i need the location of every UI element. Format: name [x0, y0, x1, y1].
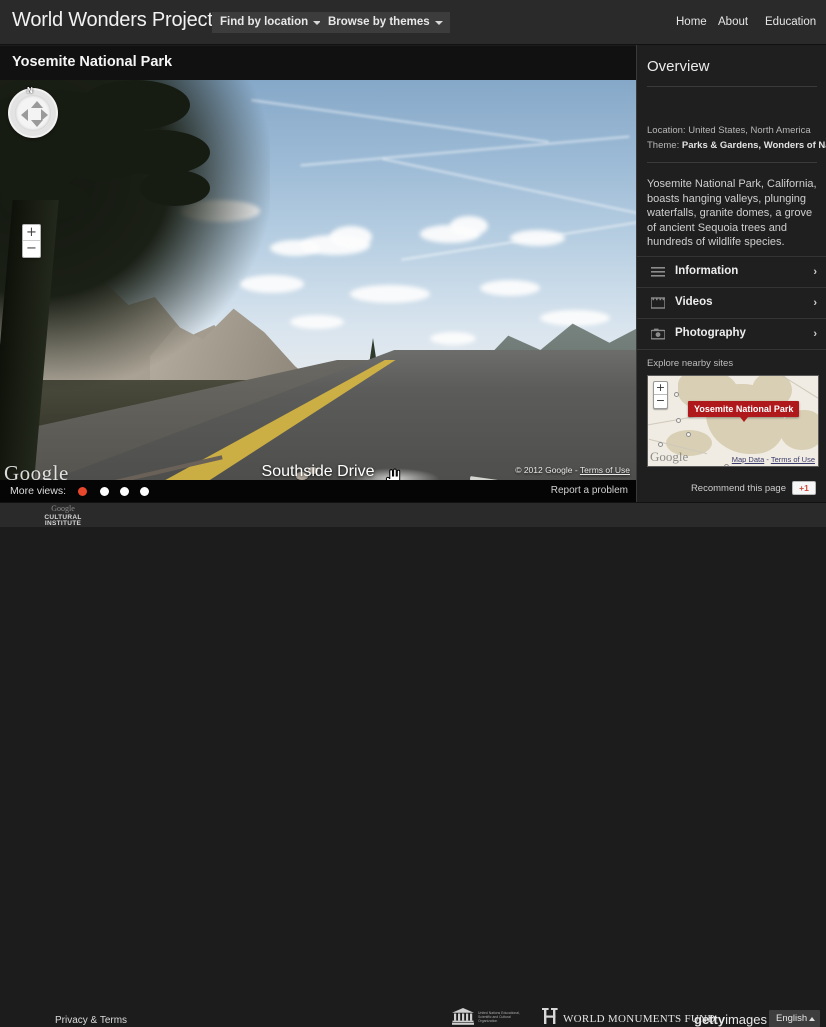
theme-key: Theme: [647, 140, 682, 151]
pan-up-icon[interactable] [31, 101, 43, 108]
site-brand-title: World Wonders Project [12, 9, 213, 31]
yosemite-map-marker[interactable]: Yosemite National Park [688, 401, 800, 422]
minimap-zoom-out-button[interactable]: − [654, 395, 667, 408]
getty-images-logo: gettyimages [694, 1012, 767, 1027]
view-dot-3[interactable] [120, 487, 129, 496]
cloud [330, 226, 372, 248]
browse-by-themes-label: Browse by themes [328, 16, 430, 28]
find-by-location-button[interactable]: Find by location [212, 12, 329, 33]
chevron-right-icon: › [813, 328, 817, 340]
cloud [290, 315, 344, 329]
copyright-text: © 2012 Google - [515, 465, 580, 475]
chevron-right-icon: › [813, 266, 817, 278]
sidebar-item-videos[interactable]: Videos › [637, 287, 826, 317]
cloud [510, 230, 565, 246]
terms-of-use-link[interactable]: Terms of Use [580, 465, 630, 475]
map-data-link[interactable]: Map Data [732, 455, 765, 464]
cloud [430, 332, 476, 345]
world-monuments-fund-icon [542, 1008, 558, 1024]
pan-down-icon[interactable] [31, 120, 43, 127]
minimap-google-watermark: Google [650, 449, 689, 464]
minimap-terms-link[interactable]: Terms of Use [771, 455, 815, 464]
minimap-zoom-control[interactable]: + − [653, 381, 668, 409]
browse-by-themes-button[interactable]: Browse by themes [320, 12, 450, 33]
cloud [350, 285, 430, 303]
zoom-out-button[interactable]: − [23, 241, 40, 257]
report-a-problem-link[interactable]: Report a problem [551, 485, 628, 496]
more-views-bar: More views: Report a problem [0, 480, 636, 502]
page-title: Yosemite National Park [12, 54, 173, 70]
minimap-attribution: Map Data - Terms of Use [732, 455, 815, 464]
place-metadata: Location: United States, North America T… [647, 123, 826, 153]
language-label: English [776, 1013, 808, 1024]
chevron-up-icon [809, 1017, 816, 1021]
nav-link-education[interactable]: Education [765, 16, 816, 28]
view-dot-1[interactable] [78, 487, 87, 496]
chevron-down-icon [434, 21, 443, 25]
google-plus-one-button[interactable]: +1 [792, 481, 816, 495]
cloud [270, 240, 320, 256]
place-description: Yosemite National Park, California, boas… [647, 178, 817, 248]
list-lines-icon [651, 267, 665, 277]
getty-light-part: images [725, 1012, 767, 1027]
recommend-this-page-label: Recommend this page [690, 483, 786, 494]
nav-link-home[interactable]: Home [676, 16, 707, 28]
nearby-sites-minimap[interactable]: + − Yosemite National Park Google Map Da… [647, 375, 819, 467]
cloud [480, 280, 540, 296]
unesco-logo-icon [452, 1008, 474, 1025]
streetview-zoom-control[interactable]: + − [22, 224, 41, 258]
film-strip-icon [651, 297, 665, 309]
plus-one-label: +1 [799, 483, 809, 493]
theme-row: Theme: Parks & Gardens, Wonders of Natur… [647, 138, 826, 153]
view-dot-4[interactable] [140, 487, 149, 496]
place-title-bar: Yosemite National Park [0, 46, 636, 80]
world-monuments-fund-label: WORLD MONUMENTS FUND [563, 1013, 716, 1025]
gci-google-word: Google [51, 504, 75, 513]
theme-value: Parks & Gardens, Wonders of Nature [681, 140, 826, 151]
pan-right-icon[interactable] [41, 109, 48, 121]
more-views-label: More views: [10, 485, 67, 497]
location-value: United States, North America [688, 125, 811, 136]
divider [647, 86, 817, 87]
videos-label: Videos [675, 296, 713, 308]
streetview-copyright: © 2012 Google - Terms of Use [515, 465, 630, 475]
getty-bold-part: getty [694, 1012, 726, 1027]
unesco-logo-text: United Nations Educational, Scientific a… [478, 1011, 520, 1024]
top-navigation-bar: World Wonders Project Find by location B… [0, 0, 826, 45]
accordion-bottom-divider [637, 349, 826, 350]
sidebar-item-photography[interactable]: Photography › [637, 318, 826, 348]
map-site-marker[interactable] [658, 442, 663, 447]
map-site-marker[interactable] [676, 418, 681, 423]
street-view-panorama[interactable]: Google Southside Drive © 2012 Google - T… [0, 80, 636, 480]
overview-sidebar: Overview Location: United States, North … [636, 45, 826, 502]
cloud [540, 310, 610, 326]
pan-left-icon[interactable] [21, 109, 28, 121]
google-cultural-institute-logo: Google CULTURAL INSTITUTE [38, 504, 88, 528]
explore-nearby-sites-label: Explore nearby sites [647, 358, 734, 369]
sidebar-item-information[interactable]: Information › [637, 256, 826, 286]
find-by-location-label: Find by location [220, 16, 309, 28]
divider [647, 162, 817, 163]
map-site-marker[interactable] [686, 432, 691, 437]
map-site-marker[interactable] [724, 464, 729, 466]
information-label: Information [675, 265, 739, 277]
camera-icon [651, 328, 665, 340]
view-dot-2[interactable] [100, 487, 109, 496]
sidebar-title: Overview [647, 58, 710, 75]
language-selector[interactable]: English [769, 1010, 821, 1027]
map-site-marker[interactable] [674, 392, 679, 397]
chevron-right-icon: › [813, 297, 817, 309]
privacy-and-terms-link[interactable]: Privacy & Terms [55, 1015, 127, 1026]
location-key: Location: [647, 125, 689, 136]
cloud [450, 216, 488, 236]
photography-label: Photography [675, 327, 746, 339]
location-row: Location: United States, North America [647, 123, 821, 138]
nav-link-about[interactable]: About [718, 16, 748, 28]
zoom-in-button[interactable]: + [23, 225, 40, 241]
page-footer: Google CULTURAL INSTITUTE Privacy & Term… [0, 502, 826, 1027]
streetview-compass-control[interactable]: N [8, 86, 58, 138]
compass-north-label: N [27, 86, 33, 95]
